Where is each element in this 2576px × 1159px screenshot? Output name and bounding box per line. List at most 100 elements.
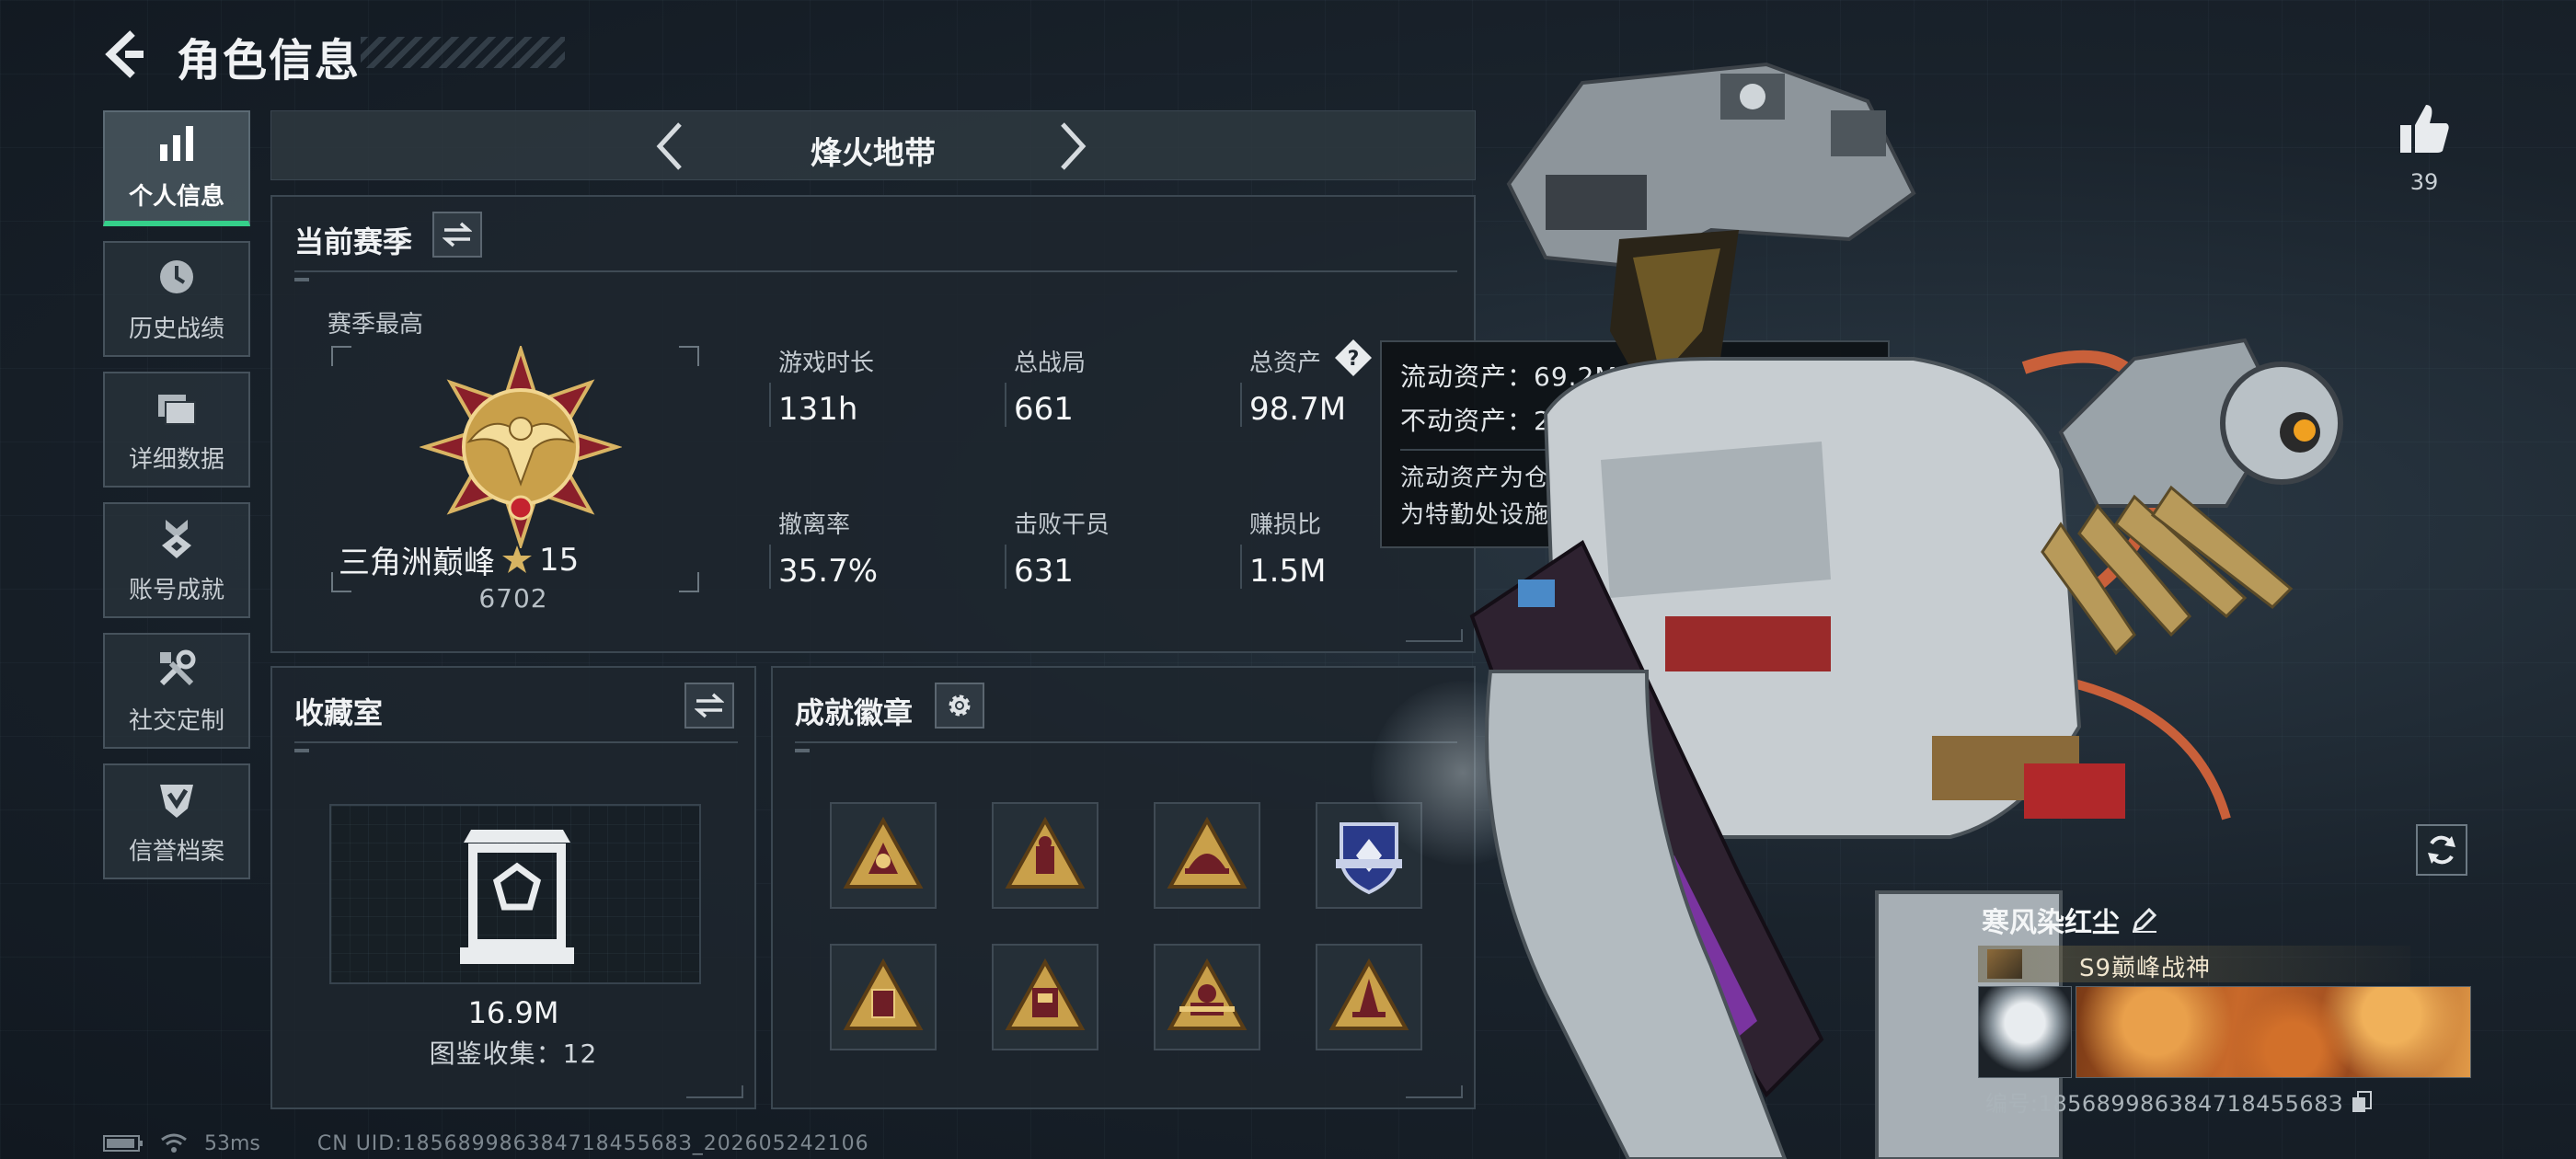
collection-switch-button[interactable]	[684, 683, 734, 729]
star-icon	[502, 545, 532, 573]
badge-slot[interactable]	[830, 802, 937, 909]
collection-title: 收藏室	[294, 695, 384, 730]
nav-item-personal-info[interactable]: 个人信息	[103, 110, 250, 226]
nav-item-reputation[interactable]: 信誉档案	[103, 763, 250, 879]
stat-value: 631	[1014, 553, 1074, 590]
nav-item-social[interactable]: 社交定制	[103, 633, 250, 749]
season-switch-button[interactable]	[432, 212, 482, 258]
rank-emblem-icon	[420, 346, 622, 548]
nav-item-detailed-data[interactable]: 详细数据	[103, 372, 250, 488]
nav-item-achievements[interactable]: 账号成就	[103, 502, 250, 618]
badge-slot[interactable]	[1154, 944, 1260, 1050]
corner-decoration	[686, 1085, 743, 1098]
player-title-bar: S9巅峰战神	[1978, 946, 2410, 982]
copy-icon[interactable]	[2351, 1090, 2373, 1114]
player-title: S9巅峰战神	[2079, 955, 2212, 982]
nav-label: 详细数据	[128, 445, 224, 474]
status-bar: 53ms CN UID:18568998638471845568З_202605…	[103, 1130, 869, 1157]
triangle-badge-icon	[1005, 816, 1086, 889]
rank-name-row: 三角洲巅峰 15	[339, 537, 579, 582]
badge-slot[interactable]	[992, 944, 1098, 1050]
rank-points: 6702	[478, 583, 548, 614]
nav-label: 信誉档案	[128, 837, 224, 866]
season-best-label: 赛季最高	[328, 311, 424, 339]
stat-value: 131h	[778, 391, 858, 428]
refresh-icon	[2428, 835, 2455, 865]
badge-slot[interactable]	[1154, 802, 1260, 909]
triangle-badge-icon	[843, 816, 924, 889]
like-widget[interactable]: 39	[2392, 101, 2456, 195]
player-id: 编号:18568998638471845568З	[1985, 1091, 2343, 1117]
clock-icon	[160, 259, 193, 293]
gear-icon	[949, 694, 971, 717]
stat-value: 98.7M	[1249, 391, 1347, 428]
chevron-right-icon	[1061, 122, 1087, 170]
refresh-button[interactable]	[2416, 824, 2467, 876]
battery-icon	[103, 1135, 143, 1152]
divider	[795, 741, 1457, 752]
badge-slot[interactable]	[1316, 944, 1422, 1050]
back-arrow-icon	[105, 30, 144, 78]
stat-value: 35.7%	[778, 553, 879, 590]
stat-label: 赚损比	[1249, 511, 1322, 539]
help-icon[interactable]: ?	[1334, 339, 1373, 377]
badge-slot[interactable]	[830, 944, 937, 1050]
nav-label: 社交定制	[128, 706, 224, 735]
triangle-badge-icon	[843, 958, 924, 1030]
divider	[294, 270, 1457, 281]
stat-label: 撤离率	[778, 511, 851, 539]
edit-pencil-icon[interactable]	[2131, 906, 2158, 934]
stat-label: 击败干员	[1014, 511, 1110, 539]
triangle-badge-icon	[1005, 958, 1086, 1030]
stat-play-time: 游戏时长 131h	[768, 344, 875, 428]
shield-check-icon	[160, 784, 193, 818]
stat-total-matches: 总战局 661	[1004, 344, 1086, 428]
mode-title: 烽火地带	[811, 135, 936, 172]
nav-item-history[interactable]: 历史战绩	[103, 241, 250, 357]
swap-icon	[695, 693, 724, 718]
stat-label: 游戏时长	[778, 350, 875, 377]
player-banner[interactable]	[2076, 986, 2471, 1078]
collection-count: 图鉴收集：12	[429, 1039, 598, 1069]
avatar[interactable]	[1978, 986, 2072, 1078]
thumbs-up-icon	[2400, 105, 2449, 153]
player-card: 寒风染红尘 S9巅峰战神 编号:18568998638471845568З	[1978, 900, 2475, 1117]
rank-stars: 15	[539, 541, 580, 579]
collection-value: 16.9M	[467, 995, 559, 1030]
title-decoration	[361, 37, 565, 68]
nav-label: 历史战绩	[128, 315, 224, 343]
triangle-badge-icon	[1328, 958, 1409, 1030]
badges-settings-button[interactable]	[935, 683, 984, 729]
medal-icon	[162, 519, 191, 558]
stat-value: 661	[1014, 391, 1074, 428]
title-badge-icon	[1987, 949, 2022, 979]
stat-value: 1.5M	[1249, 553, 1327, 590]
page-title: 角色信息	[177, 35, 362, 86]
player-name: 寒风染红尘	[1982, 907, 2120, 939]
back-button[interactable]	[103, 28, 149, 81]
stat-operators-defeated: 击败干员 631	[1004, 506, 1110, 590]
swap-icon	[443, 222, 472, 247]
folder-icon	[158, 394, 196, 425]
collection-panel: 收藏室 16.9M 图鉴收集：12	[270, 666, 756, 1109]
player-id-row: 编号:18568998638471845568З	[1985, 1085, 2373, 1118]
sidebar-nav: 个人信息 历史战绩 详细数据 账号成就 社交定制 信誉档案	[103, 110, 250, 894]
player-name-row: 寒风染红尘	[1982, 900, 2158, 940]
stat-total-assets: 总资产 98.7M ?	[1239, 339, 1372, 428]
stat-label: 总资产	[1249, 350, 1322, 377]
divider	[294, 741, 738, 752]
tools-icon	[159, 649, 196, 685]
badge-slot[interactable]	[992, 802, 1098, 909]
stat-extraction-rate: 撤离率 35.7%	[768, 506, 879, 590]
season-panel: 当前赛季 赛季最高 三角洲巅峰 15 6702 游戏时长 131h 总战局 66…	[270, 195, 1476, 653]
badge-grid	[830, 802, 1422, 1050]
uid-text: CN UID:18568998638471845568З_20260524210…	[316, 1131, 869, 1155]
stat-profit-loss: 赚损比 1.5M	[1239, 506, 1327, 590]
like-count: 39	[2409, 169, 2439, 195]
rank-name: 三角洲巅峰	[339, 545, 495, 581]
nav-label: 账号成就	[128, 576, 224, 604]
achievement-badges-panel: 成就徽章	[771, 666, 1476, 1109]
mode-next-button[interactable]	[1044, 117, 1103, 176]
collection-display[interactable]	[329, 804, 701, 984]
triangle-badge-icon	[1167, 958, 1248, 1030]
